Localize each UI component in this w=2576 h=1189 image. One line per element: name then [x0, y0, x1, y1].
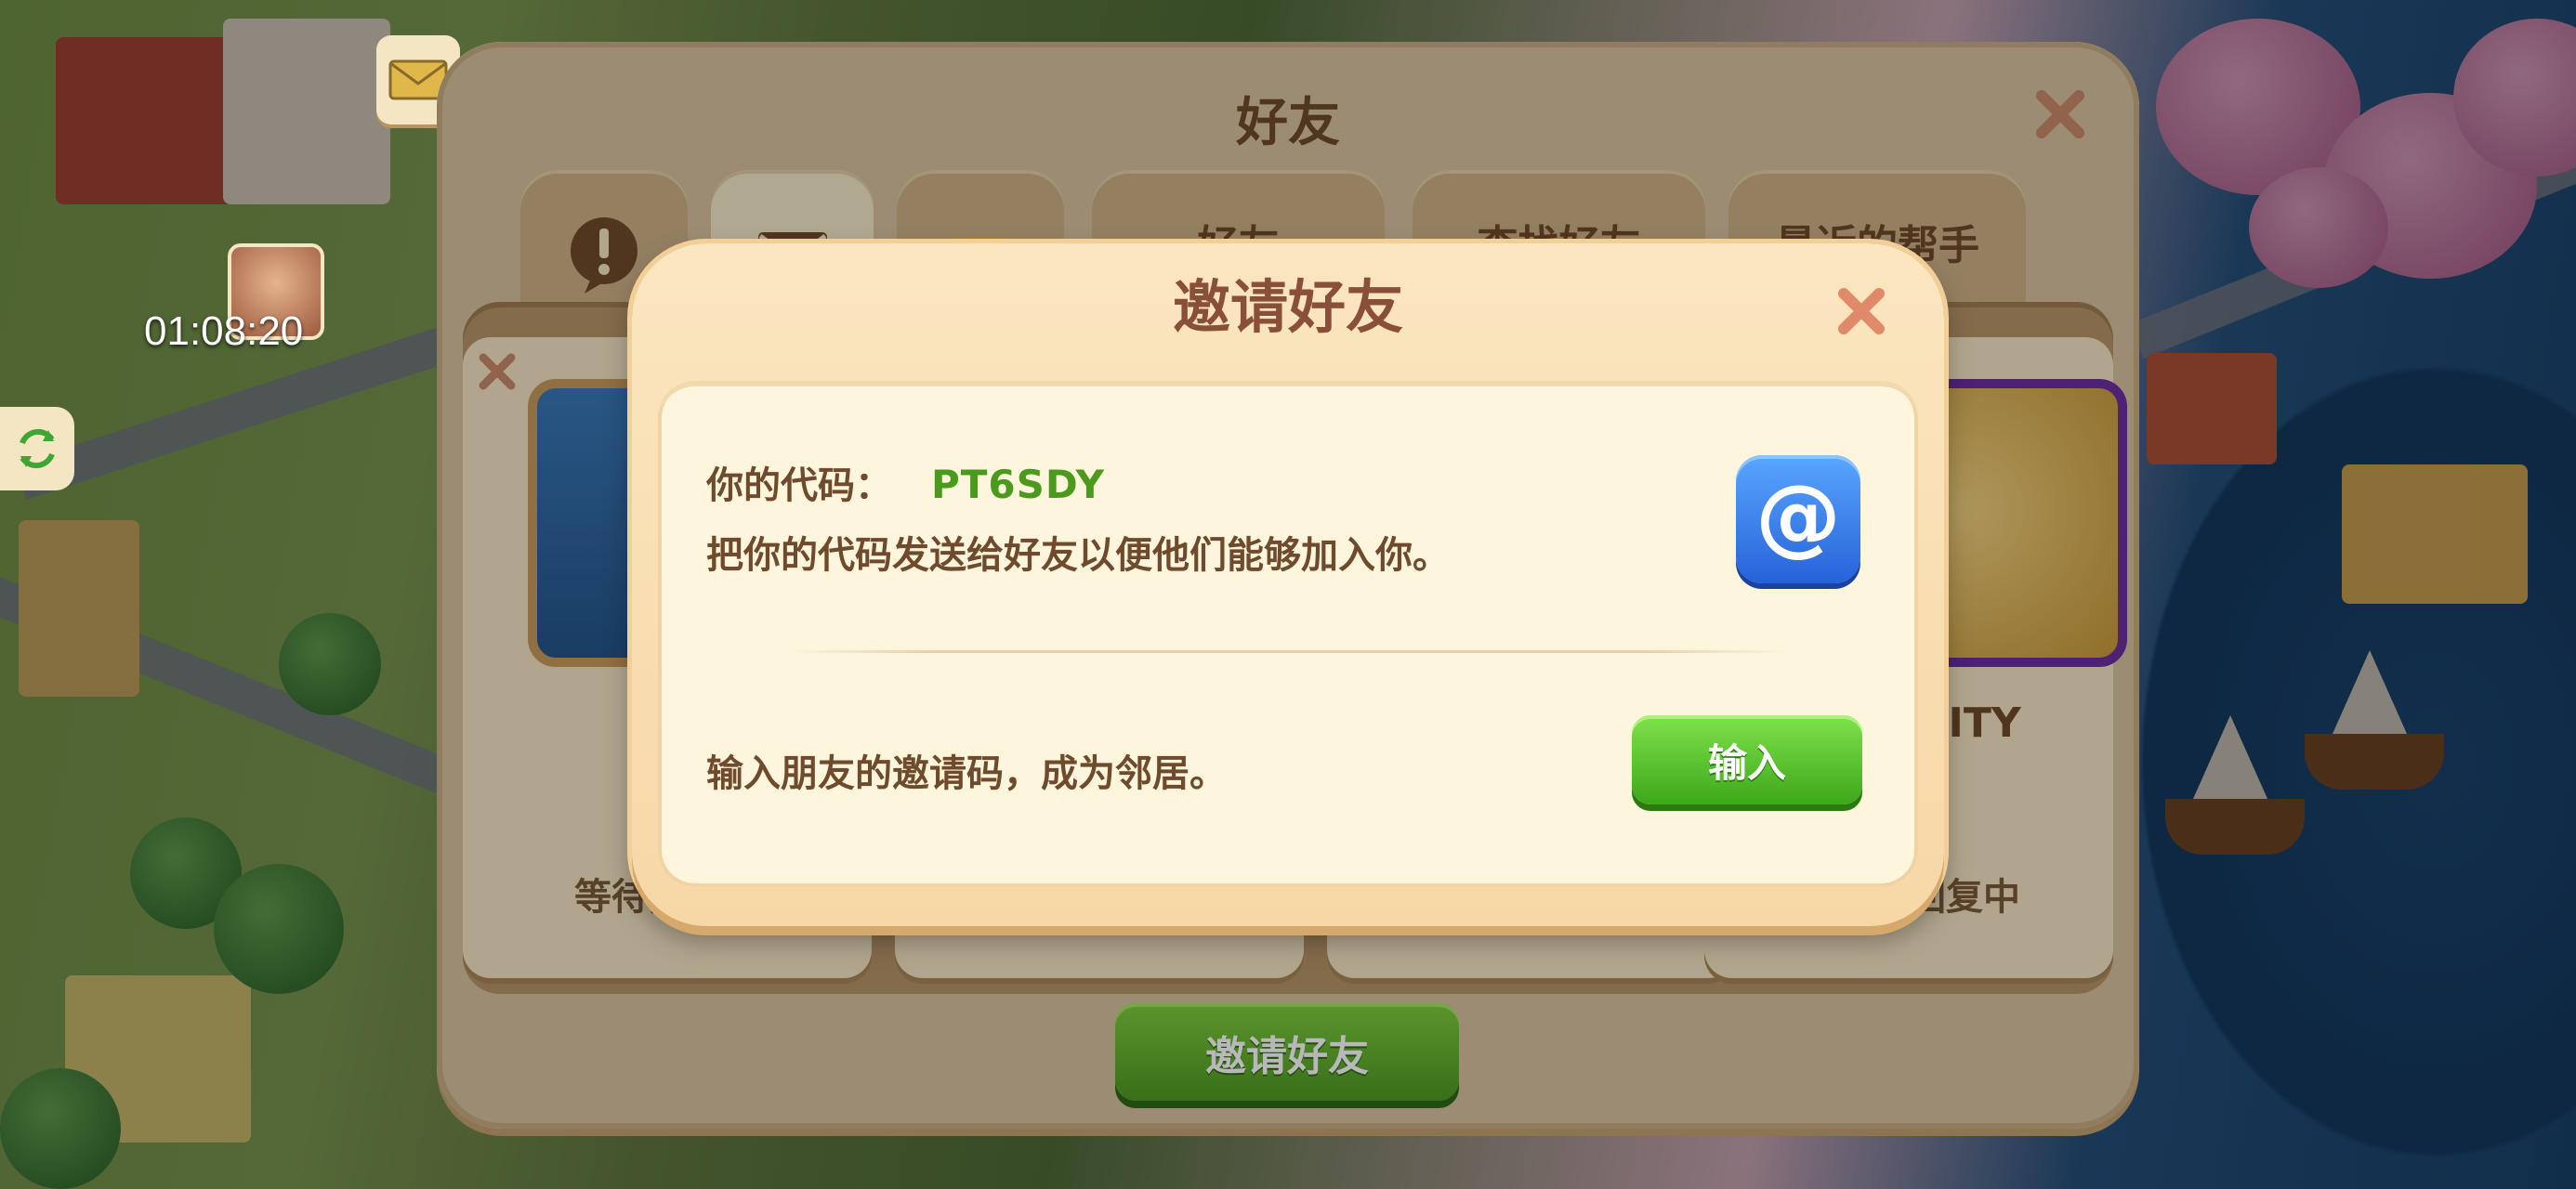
dialog-title: 邀请好友: [1172, 273, 1403, 341]
swap-icon[interactable]: [0, 407, 74, 490]
share-code-button[interactable]: @: [1736, 455, 1860, 583]
dialog-content: 你的代码： PT6SDY 把你的代码发送给好友以便他们能够加入你。 @ 输入朋友…: [658, 381, 1918, 887]
invite-code-value: PT6SDY: [930, 462, 1106, 507]
divider: [788, 650, 1788, 653]
at-sign-icon: @: [1755, 465, 1841, 566]
invite-code-description: 把你的代码发送给好友以便他们能够加入你。: [706, 534, 1450, 577]
invite-friends-dialog: 邀请好友 你的代码： PT6SDY 把你的代码发送给好友以便他们能够加入你。 @…: [632, 243, 1944, 926]
invite-code-label: 你的代码：: [706, 464, 892, 507]
close-icon[interactable]: [1833, 282, 1890, 340]
event-timer: 01:08:20: [144, 308, 304, 354]
invite-code-row: 你的代码： PT6SDY: [706, 455, 1105, 509]
enter-code-button[interactable]: 输入: [1632, 715, 1862, 804]
enter-code-description: 输入朋友的邀请码，成为邻居。: [706, 752, 1227, 795]
